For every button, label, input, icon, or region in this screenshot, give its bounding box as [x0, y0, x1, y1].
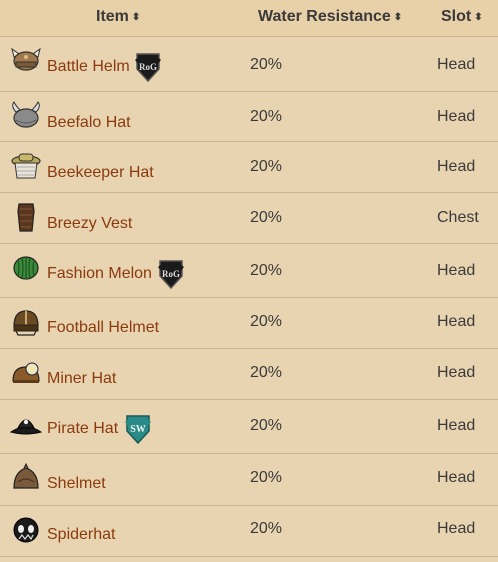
item-link-shelmet[interactable]: Shelmet	[47, 475, 106, 493]
table-row: Fashion Melon RoG 20% Head	[0, 244, 498, 298]
sw-badge-icon[interactable]: SW	[124, 413, 152, 445]
miner-hat-icon[interactable]	[10, 357, 42, 389]
slot-value: Head	[437, 469, 476, 486]
slot-value: Head	[437, 364, 476, 381]
spiderhat-icon[interactable]	[10, 514, 42, 546]
table-row: Football Helmet 20% Head	[0, 298, 498, 349]
slot-value: Head	[437, 56, 476, 73]
water-resistance-value: 20%	[250, 262, 283, 279]
table-row: Miner Hat 20% Head	[0, 349, 498, 400]
column-header-item-label: Item	[96, 8, 129, 25]
item-link-pirate-hat[interactable]: Pirate Hat	[47, 420, 118, 438]
battle-helm-icon[interactable]	[10, 45, 42, 77]
football-helmet-icon[interactable]	[10, 306, 42, 338]
rog-badge-icon[interactable]: RoG	[157, 258, 185, 290]
water-resistance-value: 20%	[250, 520, 283, 537]
table-header: Item ⬍ Water Resistance ⬍ Slot ⬍	[0, 0, 498, 37]
table-row: Pirate Hat SW 20% Head	[0, 400, 498, 454]
water-resistance-value: 20%	[250, 56, 283, 73]
table-row: Beekeeper Hat 20% Head	[0, 142, 498, 193]
slot-value: Head	[437, 158, 476, 175]
items-table: Item ⬍ Water Resistance ⬍ Slot ⬍ Battle Hel…	[0, 0, 498, 557]
water-resistance-value: 20%	[250, 469, 283, 486]
fashion-melon-icon[interactable]	[10, 252, 42, 284]
slot-value: Head	[437, 108, 476, 125]
table-row: Beefalo Hat 20% Head	[0, 92, 498, 142]
svg-text:SW: SW	[130, 424, 146, 435]
column-header-slot[interactable]: Slot ⬍	[441, 8, 483, 26]
rog-badge-icon[interactable]: RoG	[134, 51, 162, 83]
sort-icon: ⬍	[474, 12, 483, 23]
column-header-water-resistance[interactable]: Water Resistance ⬍	[258, 8, 402, 26]
item-link-breezy-vest[interactable]: Breezy Vest	[47, 215, 132, 233]
item-link-spiderhat[interactable]: Spiderhat	[47, 526, 116, 544]
table-row: Battle Helm RoG 20% Head	[0, 37, 498, 92]
water-resistance-value: 20%	[250, 158, 283, 175]
water-resistance-value: 20%	[250, 108, 283, 125]
item-link-miner-hat[interactable]: Miner Hat	[47, 370, 116, 388]
water-resistance-value: 20%	[250, 313, 283, 330]
item-link-fashion-melon[interactable]: Fashion Melon	[47, 265, 152, 283]
item-link-beefalo-hat[interactable]: Beefalo Hat	[47, 114, 131, 132]
table-row: Breezy Vest 20% Chest	[0, 193, 498, 244]
column-header-slot-label: Slot	[441, 8, 472, 25]
item-link-beekeeper-hat[interactable]: Beekeeper Hat	[47, 164, 154, 182]
item-link-battle-helm[interactable]: Battle Helm	[47, 58, 130, 76]
table-row: Shelmet 20% Head	[0, 454, 498, 506]
breezy-vest-icon[interactable]	[10, 201, 42, 233]
water-resistance-value: 20%	[250, 417, 283, 434]
item-link-football-helmet[interactable]: Football Helmet	[47, 319, 159, 337]
table-row: Spiderhat 20% Head	[0, 506, 498, 557]
water-resistance-value: 20%	[250, 209, 283, 226]
column-header-item[interactable]: Item ⬍	[96, 8, 140, 26]
sort-icon: ⬍	[131, 12, 141, 23]
slot-value: Head	[437, 417, 476, 434]
slot-value: Head	[437, 520, 476, 537]
slot-value: Chest	[437, 209, 479, 226]
svg-text:RoG: RoG	[162, 269, 180, 279]
pirate-hat-icon[interactable]	[10, 408, 42, 440]
slot-value: Head	[437, 313, 476, 330]
sort-icon: ⬍	[393, 12, 403, 23]
shelmet-icon[interactable]	[10, 462, 42, 494]
beekeeper-hat-icon[interactable]	[10, 150, 42, 182]
column-header-water-label: Water Resistance	[258, 8, 391, 25]
svg-text:RoG: RoG	[139, 62, 157, 72]
water-resistance-value: 20%	[250, 364, 283, 381]
beefalo-hat-icon[interactable]	[10, 100, 42, 132]
slot-value: Head	[437, 262, 476, 279]
